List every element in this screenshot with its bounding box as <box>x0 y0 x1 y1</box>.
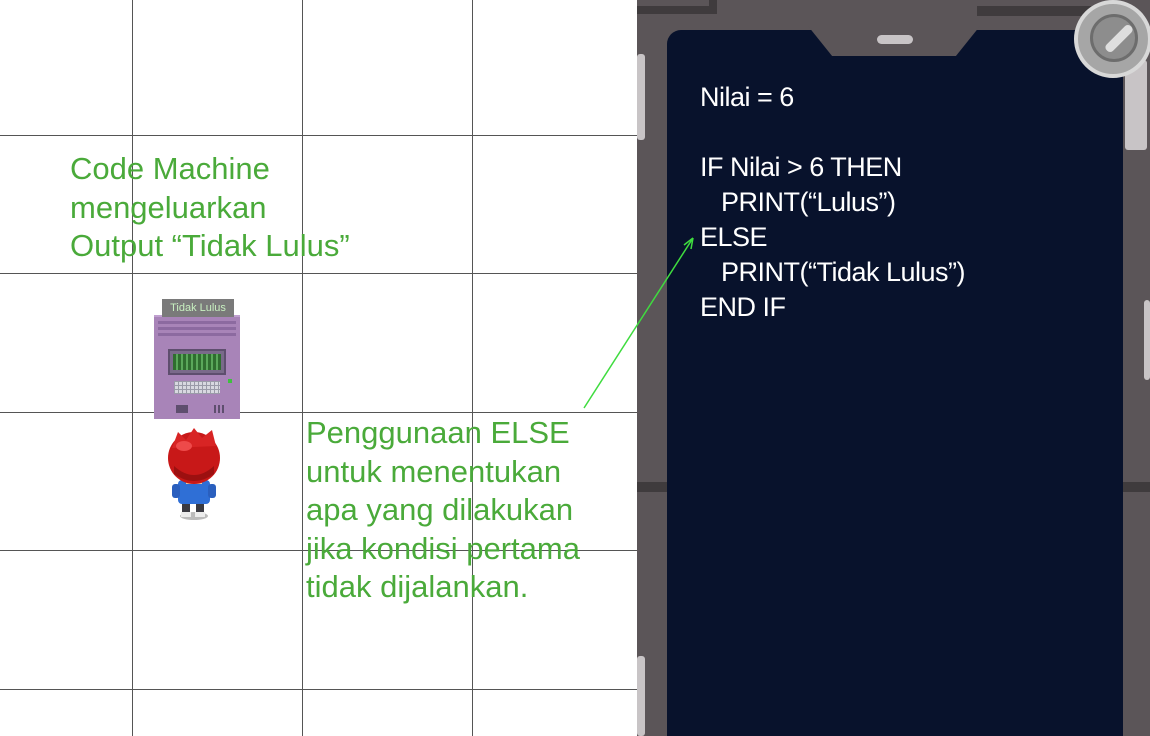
annotation-line: Penggunaan ELSE <box>306 415 570 450</box>
annotation-line: Output “Tidak Lulus” <box>70 228 350 263</box>
notch-speaker <box>877 35 913 44</box>
machine-screen <box>168 349 226 375</box>
machine-led <box>228 379 232 383</box>
machine-grille <box>214 405 226 413</box>
code-line: IF Nilai > 6 THEN <box>700 152 902 182</box>
frame-pipe <box>1123 482 1150 492</box>
annotation-line: untuk menentukan <box>306 453 562 489</box>
code-line: ELSE <box>700 222 768 252</box>
code-line: END IF <box>700 292 786 322</box>
else-annotation: Penggunaan ELSE untuk menentukan apa yan… <box>306 414 580 607</box>
frame-rail <box>637 54 645 140</box>
grid-line <box>472 0 473 736</box>
grid-line <box>0 412 637 413</box>
output-annotation: Code Machine mengeluarkan Output “Tidak … <box>70 150 350 266</box>
grid-line <box>0 273 637 274</box>
frame-rail <box>1144 300 1150 380</box>
code-line: PRINT(“Tidak Lulus”) <box>700 257 966 287</box>
game-grid: Tidak Lulus Code Machine mengeluarkan Ou… <box>0 0 637 736</box>
annotation-line: Code Machine <box>70 151 270 186</box>
machine-output-label: Tidak Lulus <box>162 299 234 317</box>
code-block: Nilai = 6 IF Nilai > 6 THEN PRINT(“Lulus… <box>700 80 966 325</box>
annotation-line: tidak dijalankan. <box>306 569 529 604</box>
annotation-line: jika kondisi pertama <box>306 530 580 566</box>
grid-line <box>0 689 637 690</box>
grid-line <box>0 135 637 136</box>
frame-pipe <box>637 6 717 14</box>
code-line: PRINT(“Lulus”) <box>700 187 896 217</box>
round-button-icon[interactable] <box>1074 0 1150 78</box>
code-line: Nilai = 6 <box>700 82 794 112</box>
machine-body <box>154 315 240 419</box>
annotation-line: mengeluarkan <box>70 189 267 225</box>
code-machine-icon[interactable]: Tidak Lulus <box>154 299 240 419</box>
frame-pipe <box>977 6 1097 16</box>
machine-keyboard <box>174 381 220 394</box>
grid-line <box>132 0 133 736</box>
annotation-line: apa yang dilakukan <box>306 492 574 527</box>
player-character-icon[interactable] <box>162 426 226 522</box>
frame-pipe <box>709 0 717 14</box>
frame-rail <box>637 656 645 736</box>
machine-slot <box>176 405 188 413</box>
frame-pipe <box>637 482 667 492</box>
grid-line <box>302 0 303 736</box>
